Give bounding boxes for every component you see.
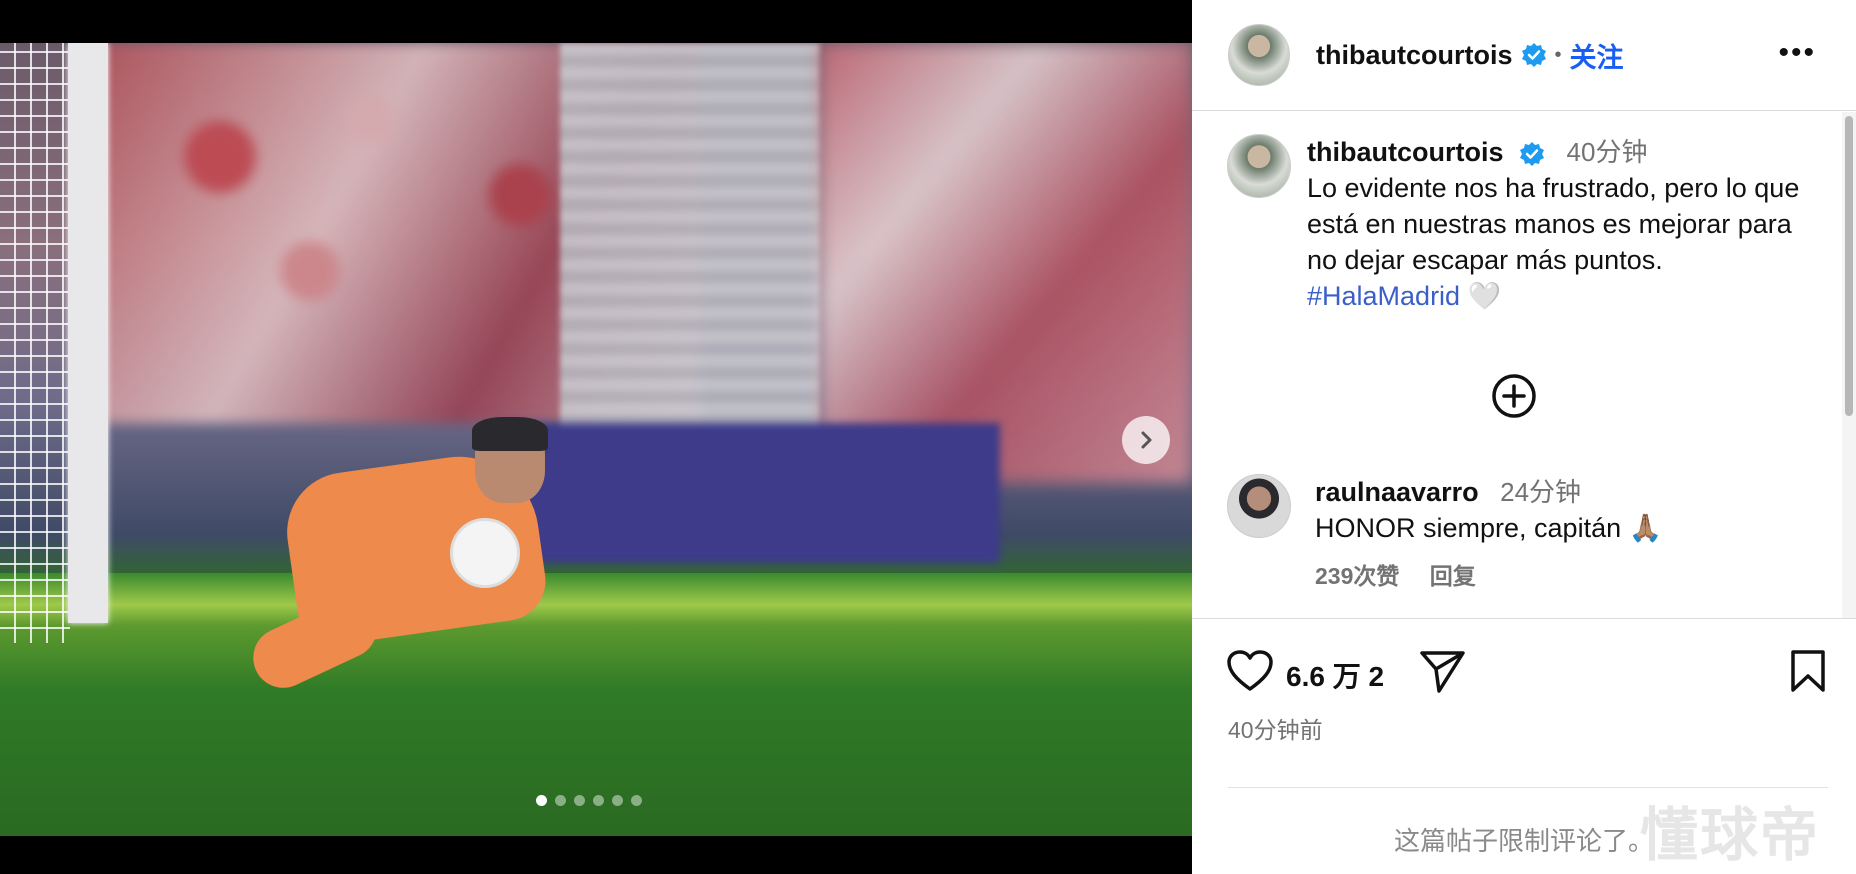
goal-net	[0, 43, 70, 643]
bookmark-icon[interactable]	[1788, 649, 1828, 693]
post-header: thibautcourtois • 关注 •••	[1192, 0, 1856, 111]
goalkeeper-hair	[472, 417, 548, 451]
comment-time: 24分钟	[1500, 477, 1582, 507]
caption-emoji: 🤍	[1467, 281, 1502, 311]
watermark: 懂球帝	[1639, 803, 1820, 868]
hashtag-link[interactable]: #HalaMadrid	[1307, 281, 1460, 311]
verified-badge-icon	[1521, 42, 1547, 68]
reply-button[interactable]: 回复	[1430, 563, 1476, 589]
chevron-right-icon	[1141, 431, 1152, 449]
share-icon[interactable]	[1419, 649, 1467, 695]
follow-button[interactable]: 关注	[1570, 36, 1624, 75]
comment: raulnaavarro 24分钟 HONOR siempre, capitán…	[1227, 474, 1807, 594]
carousel-dots	[536, 795, 642, 806]
goalpost	[68, 43, 108, 623]
comment-body: raulnaavarro 24分钟 HONOR siempre, capitán…	[1315, 474, 1662, 594]
media-panel	[0, 0, 1192, 874]
goalkeeper	[243, 417, 570, 703]
load-more-comments-icon[interactable]	[1490, 372, 1538, 420]
avatar[interactable]	[1228, 24, 1290, 86]
heart-icon[interactable]	[1226, 649, 1274, 693]
comments-section: thibautcourtois 40分钟 Lo evidente nos ha …	[1192, 112, 1856, 618]
comment-text: HONOR siempre, capitán 🙏🏽	[1315, 513, 1663, 543]
caption-text: Lo evidente nos ha frustrado, pero lo qu…	[1307, 173, 1800, 275]
carousel-dot[interactable]	[612, 795, 623, 806]
next-slide-button[interactable]	[1122, 416, 1170, 464]
caption-body: thibautcourtois 40分钟 Lo evidente nos ha …	[1307, 134, 1807, 314]
carousel-dot[interactable]	[631, 795, 642, 806]
header-username[interactable]: thibautcourtois	[1316, 40, 1513, 71]
header-separator: •	[1554, 43, 1562, 66]
comment-avatar[interactable]	[1227, 474, 1291, 538]
caption-time: 40分钟	[1566, 137, 1648, 167]
post-side-panel: thibautcourtois • 关注 ••• thibautcourtois	[1192, 0, 1856, 874]
verified-badge-icon	[1519, 141, 1545, 167]
caption: thibautcourtois 40分钟 Lo evidente nos ha …	[1227, 134, 1807, 314]
comments-scrollbar[interactable]	[1842, 112, 1856, 618]
more-options-icon[interactable]: •••	[1778, 36, 1816, 70]
post-photo[interactable]	[0, 43, 1192, 836]
post-time: 40分钟前	[1228, 717, 1323, 743]
carousel-dot[interactable]	[555, 795, 566, 806]
comment-username[interactable]: raulnaavarro	[1315, 477, 1479, 507]
carousel-dot[interactable]	[536, 795, 547, 806]
carousel-dot[interactable]	[574, 795, 585, 806]
like-count[interactable]: 6.6 万 2	[1286, 655, 1384, 695]
football	[450, 518, 520, 588]
comment-meta: 239次赞 回复	[1315, 558, 1662, 594]
comment-likes[interactable]: 239次赞	[1315, 563, 1399, 589]
caption-username[interactable]: thibautcourtois	[1307, 137, 1504, 167]
caption-avatar[interactable]	[1227, 134, 1291, 198]
stadium-stairs	[560, 43, 820, 483]
carousel-dot[interactable]	[593, 795, 604, 806]
scroll-thumb[interactable]	[1845, 116, 1853, 416]
advertising-board	[500, 423, 1000, 563]
